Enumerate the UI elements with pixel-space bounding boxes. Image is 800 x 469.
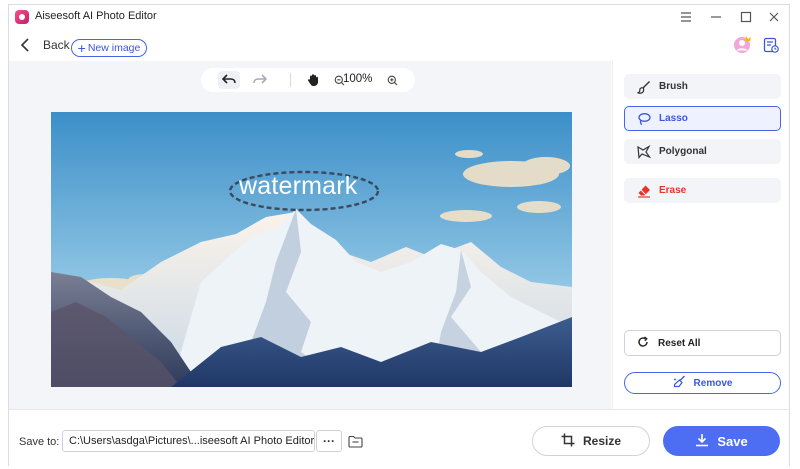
maximize-icon[interactable] xyxy=(733,7,759,27)
redo-icon[interactable] xyxy=(249,71,271,89)
watermark-text: watermark xyxy=(239,172,358,200)
brush-tool-button[interactable]: Brush xyxy=(624,74,781,99)
app-window: Aiseesoft AI Photo Editor Back + New ima… xyxy=(8,4,790,466)
new-image-button[interactable]: + New image xyxy=(71,39,147,57)
remove-button[interactable]: Remove xyxy=(624,372,781,394)
back-label: Back xyxy=(43,38,70,52)
save-path-field[interactable]: C:\Users\asdga\Pictures\...iseesoft AI P… xyxy=(62,430,315,452)
save-label: Save xyxy=(717,433,748,449)
nav-bar: Back + New image xyxy=(9,29,789,61)
crop-icon xyxy=(561,433,575,450)
avatar-icon[interactable] xyxy=(733,34,753,54)
brush-tool-label: Brush xyxy=(659,81,688,92)
lasso-tool-label: Lasso xyxy=(659,113,688,124)
menu-icon[interactable] xyxy=(673,7,699,27)
plus-icon: + xyxy=(77,39,86,56)
mountain-photo xyxy=(51,112,572,387)
eraser-icon xyxy=(637,184,651,198)
erase-tool-label: Erase xyxy=(659,185,687,196)
close-icon[interactable] xyxy=(761,7,787,27)
polygonal-tool-label: Polygonal xyxy=(659,146,707,157)
chevron-left-icon xyxy=(17,37,33,53)
back-button[interactable]: Back xyxy=(17,35,70,55)
task-list-icon[interactable] xyxy=(763,37,779,53)
remove-label: Remove xyxy=(693,377,733,389)
download-icon xyxy=(695,433,709,450)
reset-all-label: Reset All xyxy=(658,337,701,349)
minimize-icon[interactable] xyxy=(703,7,729,27)
resize-label: Resize xyxy=(582,434,622,448)
zoom-level: 100% xyxy=(343,73,373,85)
resize-button[interactable]: Resize xyxy=(532,426,650,456)
toolbar-divider xyxy=(290,73,291,87)
title-bar: Aiseesoft AI Photo Editor xyxy=(9,5,789,29)
brush-icon xyxy=(637,80,651,94)
new-image-label: New image xyxy=(87,42,141,54)
window-title: Aiseesoft AI Photo Editor xyxy=(35,10,157,22)
save-to-label: Save to: xyxy=(19,436,60,448)
canvas-toolbar: 100% xyxy=(201,68,415,92)
browse-more-button[interactable]: ··· xyxy=(316,430,342,452)
photo-canvas[interactable]: watermark xyxy=(51,112,572,387)
lasso-tool-button[interactable]: Lasso xyxy=(624,106,781,131)
polygonal-icon xyxy=(637,144,651,159)
save-button[interactable]: Save xyxy=(663,426,780,456)
app-logo-icon xyxy=(15,10,29,24)
reset-all-button[interactable]: Reset All xyxy=(624,330,781,356)
undo-icon[interactable] xyxy=(218,71,240,89)
polygonal-tool-button[interactable]: Polygonal xyxy=(624,139,781,164)
bottom-bar: Save to: C:\Users\asdga\Pictures\...isee… xyxy=(9,409,789,466)
canvas-area: 100% watermark xyxy=(9,61,611,409)
open-folder-icon[interactable] xyxy=(346,432,364,450)
magic-broom-icon xyxy=(673,375,686,391)
tool-panel: Brush Lasso Polygonal Erase Reset All Re… xyxy=(612,61,789,409)
zoom-in-icon[interactable] xyxy=(381,71,403,89)
erase-tool-button[interactable]: Erase xyxy=(624,178,781,203)
reset-icon xyxy=(637,335,649,351)
lasso-icon xyxy=(637,112,651,126)
hand-icon[interactable] xyxy=(302,71,324,89)
